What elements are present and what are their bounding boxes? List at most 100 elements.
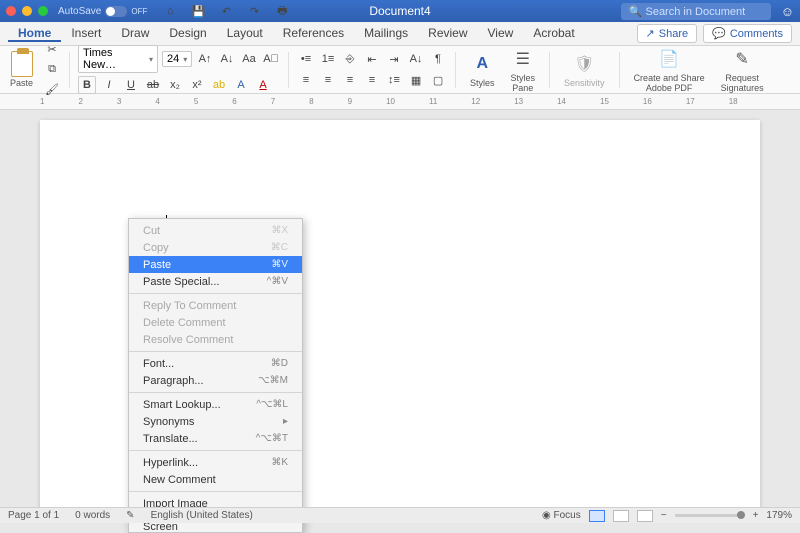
share-button[interactable]: ↗ Share [637, 24, 698, 43]
autosave-toggle[interactable]: AutoSave OFF [58, 6, 147, 17]
tab-mailings[interactable]: Mailings [354, 26, 418, 40]
tab-design[interactable]: Design [159, 26, 216, 40]
cut-icon[interactable]: ✂ [43, 41, 61, 59]
borders-icon[interactable]: ▢ [429, 71, 447, 89]
sensitivity-button: 🛡Sensitivity [558, 52, 611, 88]
document-title: Document4 [369, 4, 430, 18]
styles-pane-button[interactable]: ☰Styles Pane [505, 47, 542, 93]
copy-icon[interactable]: ⧉ [43, 61, 61, 79]
clear-format-icon[interactable]: A⃠ [262, 50, 280, 68]
line-spacing-icon[interactable]: ↕≡ [385, 71, 403, 89]
ctx-paste[interactable]: Paste⌘V [129, 256, 302, 273]
ctx-font-[interactable]: Font...⌘D [129, 355, 302, 372]
print-icon[interactable]: 🖶 [273, 2, 291, 20]
font-color-button[interactable]: A [254, 76, 272, 94]
title-bar: AutoSave OFF ⌂ 💾 ↶ ↷ 🖶 Document4 🔍 Searc… [0, 0, 800, 22]
spellcheck-icon[interactable]: ✎ [126, 510, 134, 521]
undo-icon[interactable]: ↶ [217, 2, 235, 20]
signature-icon: ✎ [730, 47, 754, 71]
request-signatures-button[interactable]: ✎Request Signatures [715, 47, 770, 93]
zoom-level[interactable]: 179% [766, 510, 792, 521]
bullets-icon[interactable]: •≡ [297, 50, 315, 68]
ctx-new-comment[interactable]: New Comment [129, 471, 302, 488]
print-layout-view[interactable] [589, 510, 605, 522]
subscript-button[interactable]: x₂ [166, 76, 184, 94]
zoom-out-button[interactable]: − [661, 510, 667, 521]
ctx-hyperlink-[interactable]: Hyperlink...⌘K [129, 454, 302, 471]
tab-draw[interactable]: Draw [111, 26, 159, 40]
window-controls[interactable] [6, 6, 48, 16]
autosave-label: AutoSave [58, 6, 101, 17]
ctx-resolve-comment: Resolve Comment [129, 331, 302, 348]
language-indicator[interactable]: English (United States) [151, 510, 253, 521]
bold-button[interactable]: B [78, 76, 96, 94]
switch-icon[interactable] [105, 6, 127, 17]
ctx-paragraph-[interactable]: Paragraph...⌥⌘M [129, 372, 302, 389]
shrink-font-icon[interactable]: A↓ [218, 50, 236, 68]
strike-button[interactable]: ab [144, 76, 162, 94]
tab-references[interactable]: References [273, 26, 354, 40]
ctx-translate-[interactable]: Translate...^⌥⌘T [129, 430, 302, 447]
ctx-smart-lookup-[interactable]: Smart Lookup...^⌥⌘L [129, 396, 302, 413]
horizontal-ruler[interactable]: 123456789101112131415161718 [0, 94, 800, 110]
ctx-synonyms[interactable]: Synonyms▸ [129, 413, 302, 430]
highlight-button[interactable]: ab [210, 76, 228, 94]
decrease-indent-icon[interactable]: ⇤ [363, 50, 381, 68]
show-marks-icon[interactable]: ¶ [429, 50, 447, 68]
home-icon[interactable]: ⌂ [161, 2, 179, 20]
font-group: Times New… 24 A↑ A↓ Aa A⃠ B I U ab x₂ x²… [78, 45, 280, 94]
document-area [0, 110, 800, 507]
paste-button[interactable]: Paste [6, 51, 37, 88]
sort-icon[interactable]: A↓ [407, 50, 425, 68]
paragraph-group: •≡ 1≡ ⎆ ⇤ ⇥ A↓ ¶ ≡ ≡ ≡ ≡ ↕≡ ▦ ▢ [297, 50, 447, 89]
align-center-icon[interactable]: ≡ [319, 71, 337, 89]
align-left-icon[interactable]: ≡ [297, 71, 315, 89]
ribbon: Paste ✂ ⧉ 🖌 Times New… 24 A↑ A↓ Aa A⃠ B … [0, 46, 800, 94]
grow-font-icon[interactable]: A↑ [196, 50, 214, 68]
feedback-icon[interactable]: ☺ [781, 4, 794, 19]
ribbon-tabs: HomeInsertDrawDesignLayoutReferencesMail… [0, 22, 800, 46]
autosave-state: OFF [131, 7, 147, 16]
numbering-icon[interactable]: 1≡ [319, 50, 337, 68]
clipboard-icon [11, 51, 33, 77]
focus-mode-button[interactable]: ◉ Focus [542, 510, 581, 521]
tab-review[interactable]: Review [418, 26, 477, 40]
outline-view[interactable] [637, 510, 653, 522]
italic-button[interactable]: I [100, 76, 118, 94]
justify-icon[interactable]: ≡ [363, 71, 381, 89]
multilevel-icon[interactable]: ⎆ [341, 50, 359, 68]
zoom-slider[interactable] [675, 514, 745, 517]
page-indicator[interactable]: Page 1 of 1 [8, 510, 59, 521]
text-effects-icon[interactable]: A [232, 76, 250, 94]
tab-view[interactable]: View [478, 26, 524, 40]
font-size-combo[interactable]: 24 [162, 51, 192, 67]
tab-acrobat[interactable]: Acrobat [523, 26, 584, 40]
superscript-button[interactable]: x² [188, 76, 206, 94]
ctx-reply-to-comment: Reply To Comment [129, 297, 302, 314]
ctx-copy: Copy⌘C [129, 239, 302, 256]
format-painter-icon[interactable]: 🖌 [43, 81, 61, 99]
shading-icon[interactable]: ▦ [407, 71, 425, 89]
align-right-icon[interactable]: ≡ [341, 71, 359, 89]
change-case-icon[interactable]: Aa [240, 50, 258, 68]
styles-gallery[interactable]: AStyles [464, 52, 501, 88]
ctx-paste-special-[interactable]: Paste Special...^⌘V [129, 273, 302, 290]
comments-button[interactable]: 💬 Comments [703, 24, 792, 43]
zoom-in-button[interactable]: + [753, 510, 759, 521]
pdf-icon: 📄 [657, 47, 681, 71]
redo-icon[interactable]: ↷ [245, 2, 263, 20]
create-pdf-button[interactable]: 📄Create and Share Adobe PDF [628, 47, 711, 93]
tab-layout[interactable]: Layout [217, 26, 273, 40]
save-icon[interactable]: 💾 [189, 2, 207, 20]
web-layout-view[interactable] [613, 510, 629, 522]
tab-home[interactable]: Home [8, 26, 61, 42]
search-input[interactable]: 🔍 Search in Document [621, 3, 771, 20]
font-name-combo[interactable]: Times New… [78, 45, 158, 73]
increase-indent-icon[interactable]: ⇥ [385, 50, 403, 68]
ctx-delete-comment: Delete Comment [129, 314, 302, 331]
word-count[interactable]: 0 words [75, 510, 110, 521]
styles-a-icon: A [470, 52, 494, 76]
tab-insert[interactable]: Insert [61, 26, 111, 40]
quick-access-toolbar: ⌂ 💾 ↶ ↷ 🖶 [161, 2, 291, 20]
underline-button[interactable]: U [122, 76, 140, 94]
